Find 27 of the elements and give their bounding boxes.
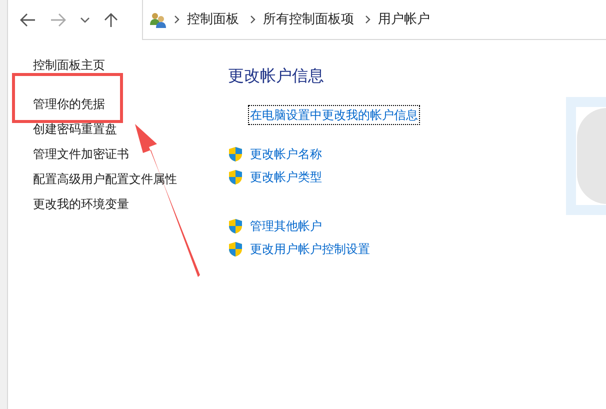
- shield-icon: [228, 168, 243, 184]
- sidebar-link[interactable]: 更改我的环境变量: [33, 197, 129, 211]
- sidebar-link[interactable]: 控制面板主页: [33, 58, 105, 72]
- up-icon[interactable]: [104, 12, 118, 28]
- back-icon[interactable]: [20, 13, 36, 27]
- chevron-icon[interactable]: [174, 15, 180, 24]
- shield-icon: [228, 218, 243, 234]
- shield-icon: [228, 240, 243, 256]
- dropdown-icon[interactable]: [80, 17, 90, 23]
- task-link[interactable]: 管理其他帐户: [249, 216, 323, 234]
- sidebar-link[interactable]: 配置高级用户配置文件属性: [33, 172, 177, 186]
- breadcrumb-item[interactable]: 所有控制面板项: [263, 10, 354, 30]
- task-link[interactable]: 更改帐户名称: [249, 144, 323, 162]
- task-link[interactable]: 更改用户帐户控制设置: [249, 240, 371, 258]
- breadcrumb-item[interactable]: 用户帐户: [378, 10, 430, 30]
- chevron-icon[interactable]: [250, 15, 256, 24]
- task-link[interactable]: 在电脑设置中更改我的帐户信息: [249, 106, 419, 124]
- address-bar[interactable]: 控制面板 所有控制面板项 用户帐户: [142, 0, 606, 40]
- sidebar-link[interactable]: 管理你的凭据: [33, 97, 105, 111]
- users-icon: [149, 12, 167, 28]
- sidebar-link[interactable]: 管理文件加密证书: [33, 147, 129, 161]
- section-heading: 更改帐户信息: [228, 65, 324, 87]
- task-link[interactable]: 更改帐户类型: [249, 168, 323, 186]
- sidebar-link[interactable]: 创建密码重置盘: [33, 122, 117, 136]
- shield-icon: [228, 146, 243, 162]
- breadcrumb-item[interactable]: 控制面板: [187, 10, 239, 30]
- chevron-icon[interactable]: [365, 15, 371, 24]
